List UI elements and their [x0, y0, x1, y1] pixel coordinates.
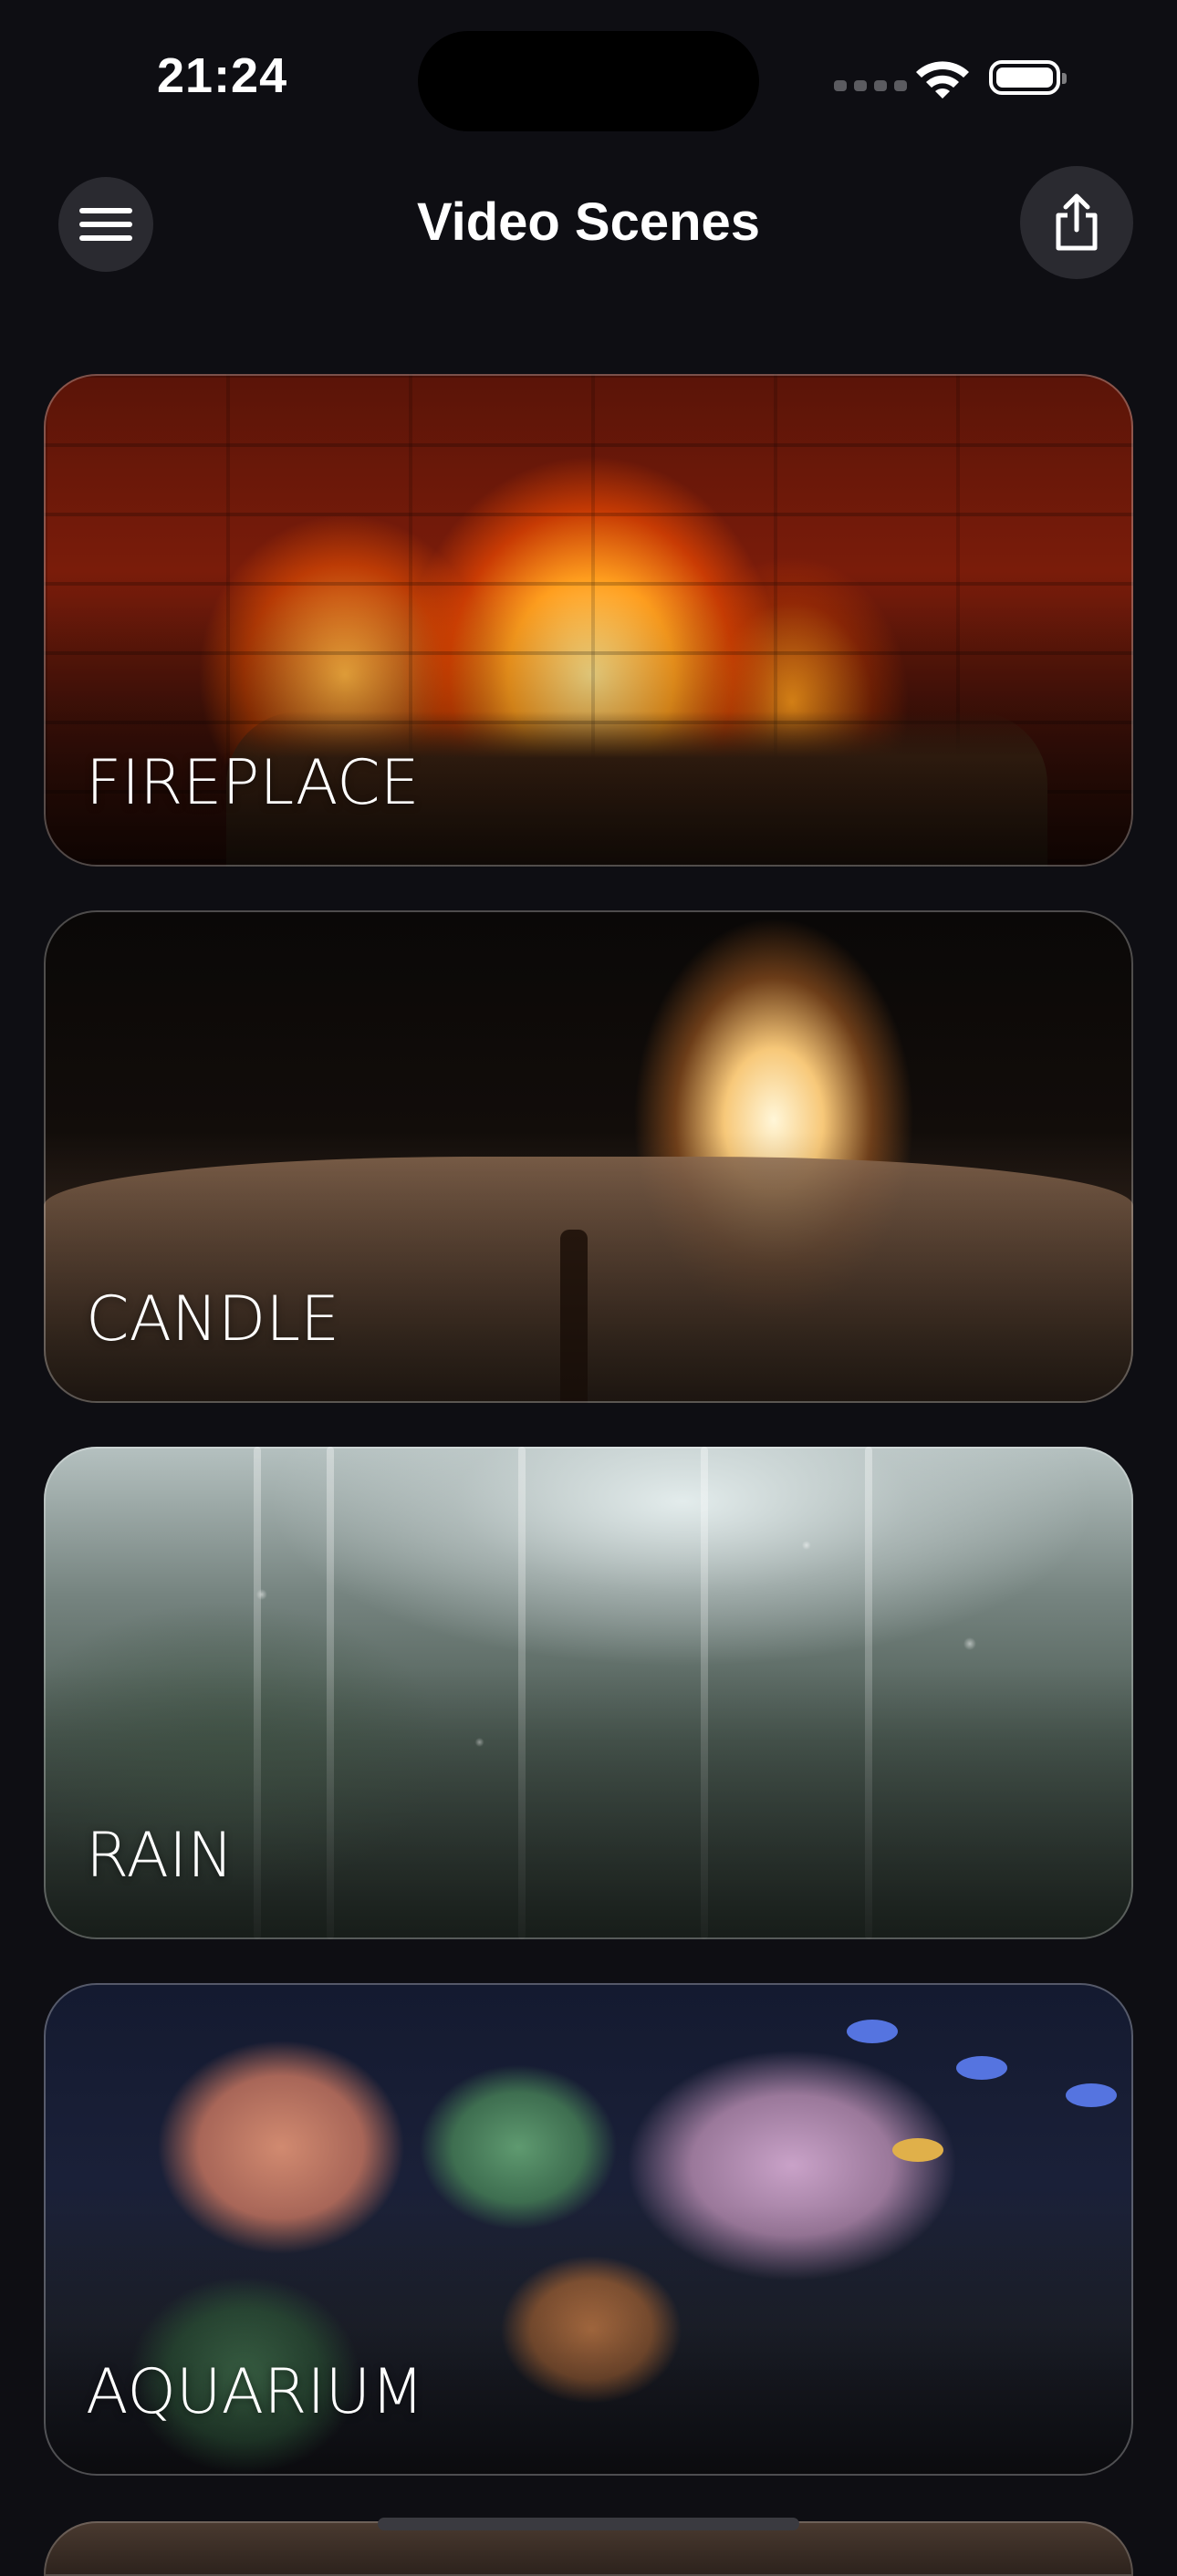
scene-card-candle[interactable]: CANDLE — [44, 910, 1133, 1403]
page-title: Video Scenes — [416, 192, 761, 252]
dynamic-island — [418, 31, 759, 131]
status-time: 21:24 — [157, 48, 288, 103]
wifi-icon — [916, 61, 969, 99]
scene-card-fireplace[interactable]: FIREPLACE — [44, 374, 1133, 867]
scene-card-aquarium[interactable]: AQUARIUM — [44, 1983, 1133, 2476]
home-indicator — [378, 2518, 799, 2530]
scene-card-rain[interactable]: RAIN — [44, 1447, 1133, 1939]
share-icon — [1056, 193, 1098, 251]
share-button[interactable] — [1020, 166, 1133, 279]
signal-icon — [834, 80, 907, 91]
battery-icon — [989, 60, 1067, 95]
